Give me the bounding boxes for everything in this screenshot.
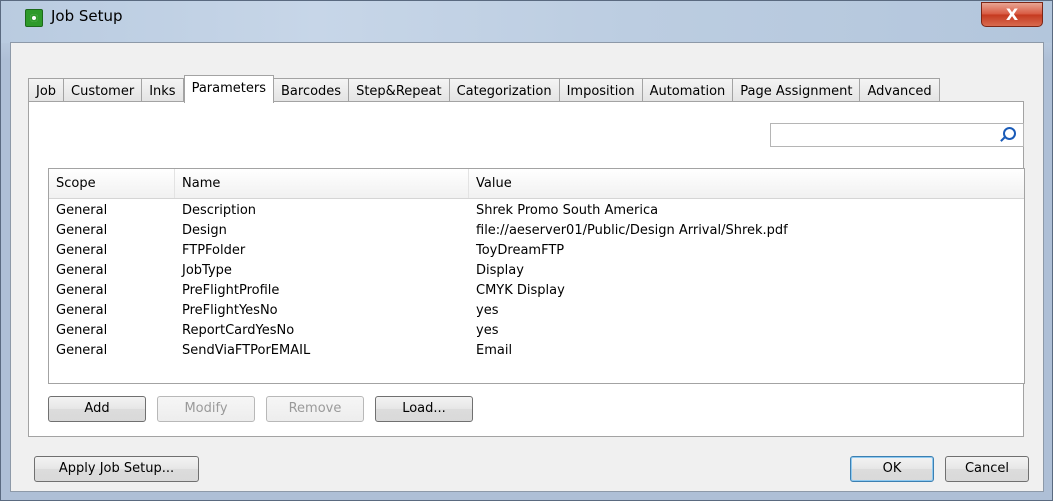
ok-button[interactable]: OK xyxy=(850,456,934,482)
value-cell: Display xyxy=(476,263,524,278)
table-row[interactable]: General FTPFolder ToyDreamFTP xyxy=(49,241,1024,261)
name-cell: Description xyxy=(182,203,257,218)
apply-job-setup-button[interactable]: Apply Job Setup... xyxy=(34,456,199,482)
tab-imposition[interactable]: Imposition xyxy=(559,78,643,103)
parameters-panel: Scope Name Value General Description Shrek… xyxy=(28,101,1025,437)
window-title: Job Setup xyxy=(51,7,123,25)
search-icon[interactable] xyxy=(1003,127,1016,140)
column-header-scope[interactable]: Scope xyxy=(49,169,175,198)
value-cell: Email xyxy=(476,343,513,358)
add-button[interactable]: Add xyxy=(48,396,146,422)
table-body: General Description Shrek Promo South Amer… xyxy=(49,201,1024,361)
table-row[interactable]: General ReportCardYesNo yes xyxy=(49,321,1024,341)
tab-step-repeat[interactable]: Step&Repeat xyxy=(349,78,450,103)
title-bar[interactable]: Job Setup X xyxy=(1,1,1052,43)
table-row[interactable]: General JobType Display xyxy=(49,261,1024,281)
tab-categorization[interactable]: Categorization xyxy=(449,78,560,103)
table-header: Scope Name Value xyxy=(49,169,1024,199)
close-button[interactable]: X xyxy=(981,2,1043,27)
value-cell: file://aeserver01/Public/Design Arrival/… xyxy=(476,223,788,238)
tab-advanced[interactable]: Advanced xyxy=(860,78,940,103)
tab-job[interactable]: Job xyxy=(28,78,65,103)
value-cell: CMYK Display xyxy=(476,283,565,298)
tab-parameters[interactable]: Parameters xyxy=(183,75,274,103)
table-row[interactable]: General Design file://aeserver01/Public/De… xyxy=(49,221,1024,241)
column-header-name[interactable]: Name xyxy=(175,169,469,198)
tab-customer[interactable]: Customer xyxy=(64,78,143,103)
tab-page-assignment[interactable]: Page Assignment xyxy=(733,78,861,103)
app-icon xyxy=(25,9,43,27)
load-button[interactable]: Load... xyxy=(375,396,473,422)
scope-cell: General xyxy=(56,203,108,218)
name-cell: FTPFolder xyxy=(182,243,246,258)
scope-cell: General xyxy=(56,323,108,338)
table-row[interactable]: General Description Shrek Promo South Amer… xyxy=(49,201,1024,221)
tab-inks[interactable]: Inks xyxy=(142,78,184,103)
column-header-value[interactable]: Value xyxy=(469,169,1025,198)
value-cell: ToyDreamFTP xyxy=(476,243,565,258)
table-row[interactable]: General SendViaFTPorEMAIL Email xyxy=(49,341,1024,361)
scope-cell: General xyxy=(56,343,108,358)
tab-bar: Job Customer Inks Parameters Barcodes Step&Re… xyxy=(28,75,940,103)
value-cell: Shrek Promo South America xyxy=(476,203,659,218)
remove-button[interactable]: Remove xyxy=(266,396,364,422)
scope-cell: General xyxy=(56,223,108,238)
modify-button[interactable]: Modify xyxy=(157,396,255,422)
table-row[interactable]: General PreFlightProfile CMYK Display xyxy=(49,281,1024,301)
scope-cell: General xyxy=(56,283,108,298)
search-input[interactable] xyxy=(770,123,1024,147)
scope-cell: General xyxy=(56,243,108,258)
name-cell: SendViaFTPorEMAIL xyxy=(182,343,311,358)
table-row[interactable]: General PreFlightYesNo yes xyxy=(49,301,1024,321)
cancel-button[interactable]: Cancel xyxy=(945,456,1029,482)
value-cell: yes xyxy=(476,323,499,338)
job-setup-window: Job Setup X Job Customer Inks Parameters Bar… xyxy=(0,0,1053,501)
name-cell: Design xyxy=(182,223,227,238)
scope-cell: General xyxy=(56,263,108,278)
tab-barcodes[interactable]: Barcodes xyxy=(274,78,350,103)
scope-cell: General xyxy=(56,303,108,318)
name-cell: PreFlightProfile xyxy=(182,283,280,298)
name-cell: ReportCardYesNo xyxy=(182,323,295,338)
tab-automation[interactable]: Automation xyxy=(642,78,734,103)
parameters-table[interactable]: Scope Name Value General Description Shrek… xyxy=(48,168,1025,384)
name-cell: JobType xyxy=(182,263,232,278)
value-cell: yes xyxy=(476,303,499,318)
name-cell: PreFlightYesNo xyxy=(182,303,278,318)
